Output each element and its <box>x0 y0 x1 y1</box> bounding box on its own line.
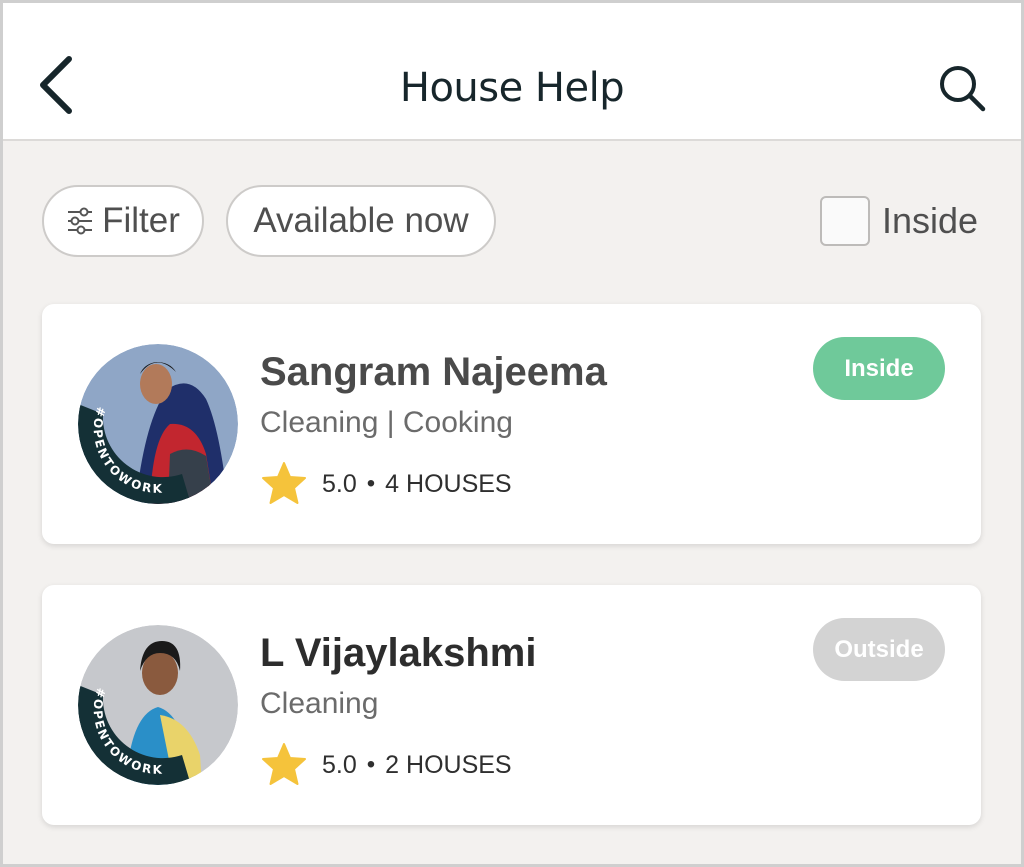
filter-label: Filter <box>102 201 180 240</box>
avatar: #OPENTOWORK <box>78 344 238 504</box>
available-now-chip[interactable]: Available now <box>226 185 496 257</box>
filter-button[interactable]: Filter <box>42 185 204 257</box>
top-bar: House Help <box>3 3 1021 141</box>
status-badge: Inside <box>813 337 945 400</box>
helper-skills: Cleaning | Cooking <box>260 406 513 439</box>
helper-card[interactable]: #OPENTOWORK Sangram Najeema Cleaning | C… <box>42 304 981 544</box>
rating-row: 5.0 • 4 HOUSES <box>260 460 512 508</box>
inside-checkbox[interactable] <box>820 196 870 246</box>
status-badge: Outside <box>813 618 945 681</box>
page-title: House Help <box>399 65 625 111</box>
available-now-label: Available now <box>253 201 469 240</box>
helper-skills: Cleaning <box>260 687 379 720</box>
separator-dot: • <box>366 470 376 497</box>
separator-dot: • <box>366 751 376 778</box>
rating-value: 5.0 <box>322 750 357 779</box>
search-button[interactable] <box>937 63 987 113</box>
house-count: 2 HOUSES <box>385 750 512 779</box>
star-icon <box>262 462 306 504</box>
sliders-icon <box>68 207 93 235</box>
inside-checkbox-label: Inside <box>882 200 979 241</box>
star-icon <box>262 743 306 785</box>
house-count: 4 HOUSES <box>385 469 512 498</box>
rating-row: 5.0 • 2 HOUSES <box>260 741 512 789</box>
search-icon <box>940 66 986 112</box>
helper-name: L Vijaylakshmi <box>260 631 537 675</box>
rating-value: 5.0 <box>322 469 357 498</box>
helper-card[interactable]: #OPENTOWORK L Vijaylakshmi Cleaning 5.0 … <box>42 585 981 825</box>
helper-name: Sangram Najeema <box>260 350 607 394</box>
avatar: #OPENTOWORK <box>78 625 238 785</box>
